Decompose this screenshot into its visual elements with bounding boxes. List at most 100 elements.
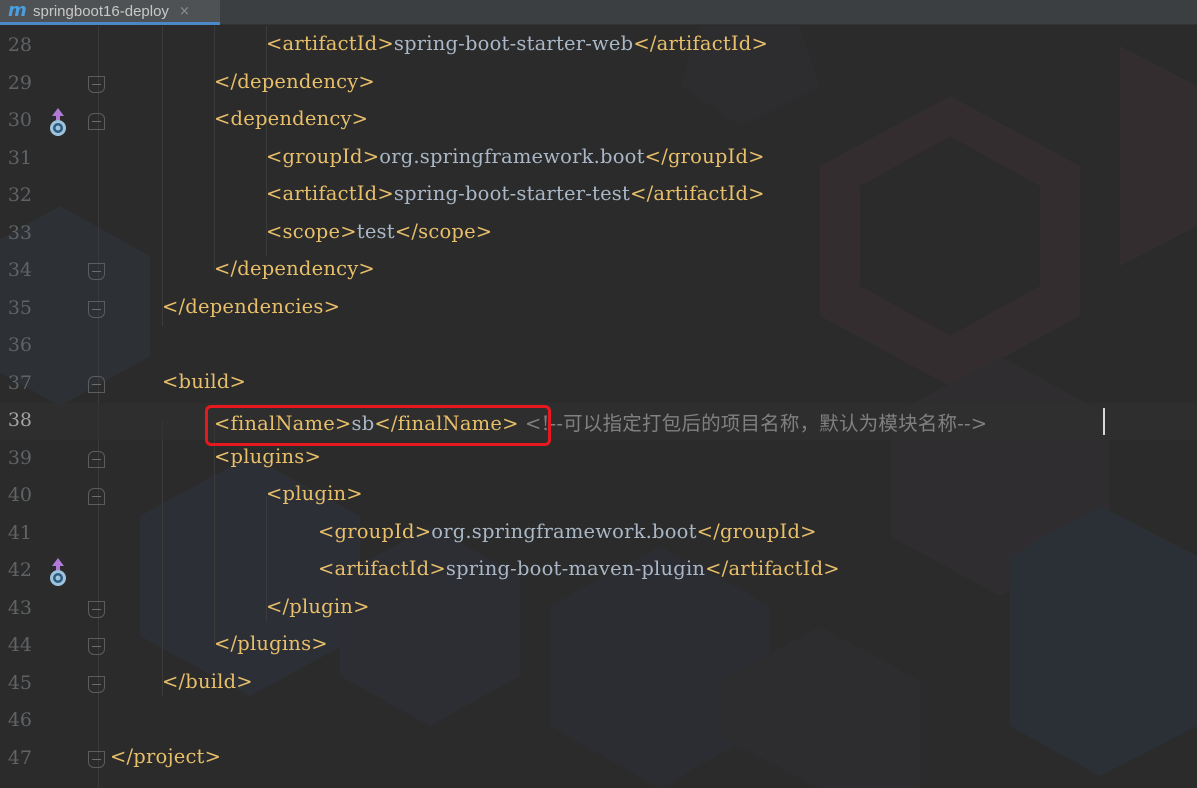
line-number: 42 (7, 559, 32, 581)
xml-text: org.springframework.boot (379, 144, 645, 168)
maven-dependency-icon[interactable] (47, 557, 69, 587)
code-line[interactable]: 32 <artifactId>spring-boot-starter-test</… (0, 178, 1197, 215)
xml-text: spring-boot-maven-plugin (445, 557, 706, 580)
fold-end-icon[interactable] (88, 750, 105, 768)
code-text: <build> (162, 370, 246, 393)
xml-comment: <!--可以指定打包后的项目名称，默认为模块名称--> (525, 412, 988, 435)
code-text: <groupId>org.springframework.boot</group… (266, 145, 765, 168)
line-number: 41 (7, 521, 32, 544)
fold-end-icon[interactable] (88, 75, 105, 93)
xml-tag: <plugin> (266, 482, 363, 505)
line-number: 44 (7, 634, 32, 656)
code-text: <artifactId>spring-boot-starter-test</ar… (266, 182, 765, 205)
xml-tag: <plugins> (214, 444, 322, 468)
xml-tag: <groupId> (266, 144, 380, 168)
line-number: 28 (7, 34, 32, 56)
line-number: 43 (7, 596, 32, 619)
line-number: 40 (7, 484, 32, 506)
code-line[interactable]: 46 (0, 703, 1197, 740)
xml-tag: </project> (110, 744, 222, 768)
code-line[interactable]: 45 </build> (0, 666, 1197, 703)
line-number: 46 (7, 709, 32, 731)
fold-collapse-icon[interactable] (88, 375, 105, 393)
code-line[interactable]: 37 <build> (0, 366, 1197, 403)
line-number: 39 (7, 446, 32, 469)
code-text: <plugins> (214, 445, 321, 468)
code-editor[interactable]: 28 <artifactId>spring-boot-starter-web</a… (0, 26, 1197, 788)
code-text: <dependency> (214, 107, 368, 130)
code-text: <plugin> (266, 482, 363, 505)
code-text: </plugins> (214, 632, 328, 655)
xml-text: test (356, 219, 395, 243)
code-line[interactable]: 43 </plugin> (0, 591, 1197, 628)
xml-tag: </scope> (394, 219, 493, 243)
line-number: 35 (7, 296, 32, 319)
fold-collapse-icon[interactable] (88, 488, 105, 505)
xml-tag: <artifactId> (266, 182, 394, 205)
xml-tag: </plugins> (214, 632, 328, 655)
code-line[interactable]: 31 <groupId>org.springframework.boot</gro… (0, 141, 1197, 178)
code-line[interactable]: 29 </dependency> (0, 66, 1197, 103)
xml-tag: </groupId> (696, 519, 817, 543)
fold-end-icon[interactable] (88, 300, 105, 318)
xml-tag: </artifactId> (705, 557, 840, 580)
text-caret (1103, 408, 1105, 435)
xml-text: org.springframework.boot (431, 519, 697, 543)
code-line[interactable]: 44 </plugins> (0, 628, 1197, 665)
line-number: 33 (7, 221, 32, 244)
fold-end-icon[interactable] (88, 638, 105, 655)
code-line[interactable]: 33 <scope>test</scope> (0, 216, 1197, 253)
code-line[interactable]: 28 <artifactId>spring-boot-starter-web</a… (0, 28, 1197, 65)
code-text: </plugin> (266, 595, 370, 618)
maven-dependency-icon[interactable] (47, 107, 69, 137)
line-number: 31 (7, 146, 32, 169)
fold-end-icon[interactable] (88, 600, 105, 618)
tab-title: springboot16-deploy (33, 2, 169, 20)
code-text: <artifactId>spring-boot-starter-web</art… (266, 32, 768, 55)
code-line[interactable]: 35 </dependencies> (0, 291, 1197, 328)
xml-text: spring-boot-starter-test (393, 182, 631, 205)
xml-tag: </build> (162, 669, 253, 693)
line-number: 37 (7, 371, 32, 394)
code-text: </dependency> (214, 257, 375, 280)
code-line[interactable]: 39 <plugins> (0, 441, 1197, 478)
tab-springboot16-deploy[interactable]: m springboot16-deploy × (0, 0, 220, 25)
xml-tag: <dependency> (214, 107, 369, 130)
xml-tag: </artifactId> (630, 182, 765, 205)
xml-tag: </dependency> (214, 257, 375, 280)
xml-tag: <artifactId> (266, 32, 394, 55)
line-number: 38 (7, 409, 32, 431)
xml-text: spring-boot-starter-web (393, 32, 634, 55)
code-line[interactable]: 42 <artifactId>spring-boot-maven-plugin</… (0, 553, 1197, 590)
xml-tag: <scope> (266, 219, 357, 243)
fold-end-icon[interactable] (88, 675, 105, 693)
close-icon[interactable]: × (179, 4, 190, 19)
line-number: 36 (7, 334, 32, 356)
code-line[interactable]: 38 <finalName>sb</finalName> <!--可以指定打包后的… (0, 403, 1197, 446)
code-text: <groupId>org.springframework.boot</group… (318, 520, 817, 543)
line-number: 45 (7, 671, 32, 694)
xml-tag: </dependencies> (162, 294, 341, 318)
code-text: </build> (162, 670, 253, 693)
xml-tag: <artifactId> (318, 557, 446, 580)
fold-end-icon[interactable] (88, 263, 105, 280)
code-line[interactable]: 36 (0, 328, 1197, 365)
code-text: </project> (110, 745, 221, 768)
code-text: <artifactId>spring-boot-maven-plugin</ar… (318, 557, 840, 580)
code-line[interactable]: 34 </dependency> (0, 253, 1197, 290)
line-number: 34 (7, 259, 32, 281)
maven-icon: m (8, 0, 27, 21)
code-line[interactable]: 30 <dependency> (0, 103, 1197, 140)
line-number: 29 (7, 71, 32, 94)
line-number: 32 (7, 184, 32, 206)
code-line[interactable]: 40 <plugin> (0, 478, 1197, 515)
code-text: <scope>test</scope> (266, 220, 492, 243)
code-text: </dependency> (214, 70, 375, 93)
fold-collapse-icon[interactable] (88, 113, 105, 130)
editor-tab-bar: m springboot16-deploy × (0, 0, 1197, 25)
code-line[interactable]: 47 </project> (0, 741, 1197, 778)
line-number: 47 (7, 746, 32, 769)
code-line[interactable]: 41 <groupId>org.springframework.boot</gro… (0, 516, 1197, 553)
xml-tag: </artifactId> (633, 32, 769, 55)
fold-collapse-icon[interactable] (88, 450, 105, 468)
